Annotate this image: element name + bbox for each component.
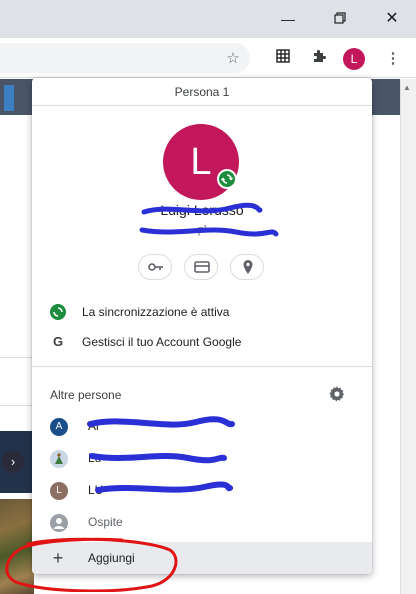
person-avatar xyxy=(50,450,68,468)
manage-account-row[interactable]: G Gestisci il tuo Account Google xyxy=(32,326,372,358)
guest-icon xyxy=(50,514,68,532)
other-person-row[interactable]: Lu xyxy=(32,442,372,474)
background-photo xyxy=(0,499,34,594)
key-icon xyxy=(148,263,163,271)
other-people-label: Altre persone xyxy=(50,388,122,402)
other-person-row[interactable]: A Al xyxy=(32,410,372,442)
guest-label: Ospite xyxy=(88,515,123,529)
person-name: LU xyxy=(88,483,104,497)
other-person-row[interactable]: L LU xyxy=(32,474,372,506)
plus-icon: + xyxy=(52,548,64,568)
google-g-icon: G xyxy=(52,334,64,349)
location-icon xyxy=(243,260,253,274)
menu-divider xyxy=(32,366,372,367)
redaction-scribble xyxy=(89,453,227,464)
background-accent-block xyxy=(4,85,14,111)
scroll-up-icon[interactable]: ▲ xyxy=(403,83,411,92)
person-name: Lu xyxy=(88,451,102,465)
add-person-row[interactable]: + Aggiungi xyxy=(32,542,372,574)
chevron-right-icon[interactable]: › xyxy=(2,451,24,473)
add-person-label: Aggiungi xyxy=(88,551,135,565)
person-avatar: L xyxy=(50,482,68,500)
sync-status-label: La sincronizzazione è attiva xyxy=(82,305,230,319)
manage-account-label: Gestisci il tuo Account Google xyxy=(82,335,242,349)
browser-toolbar: ☆ L ⋮ xyxy=(0,38,416,78)
minimize-icon[interactable]: — xyxy=(278,9,298,29)
puzzle-extensions-icon[interactable] xyxy=(308,48,330,70)
payment-methods-button[interactable] xyxy=(184,254,218,280)
person-avatar: A xyxy=(50,418,68,436)
sync-status-row[interactable]: La sincronizzazione è attiva xyxy=(32,296,372,328)
grid-extension-icon[interactable] xyxy=(272,48,294,70)
background-divider xyxy=(0,357,34,358)
guest-row[interactable]: Ospite xyxy=(32,506,372,538)
profile-menu-header: Persona 1 xyxy=(32,78,372,106)
sync-badge-icon xyxy=(217,169,237,189)
restore-icon[interactable] xyxy=(330,9,350,29)
addresses-button[interactable] xyxy=(230,254,264,280)
sync-icon xyxy=(50,304,66,320)
scrollbar[interactable] xyxy=(400,79,416,594)
person-name: Al xyxy=(88,419,99,433)
profile-menu: Persona 1 L Luigi Lorusso pl La sincroni… xyxy=(32,78,372,574)
passwords-button[interactable] xyxy=(138,254,172,280)
gear-icon[interactable] xyxy=(328,385,346,403)
redaction-scribble xyxy=(87,416,235,428)
window-title-bar: — ✕ xyxy=(0,0,416,38)
card-icon xyxy=(194,261,210,273)
profile-email: pl xyxy=(197,224,207,236)
address-bar[interactable] xyxy=(0,43,250,73)
star-icon[interactable]: ☆ xyxy=(222,48,244,70)
background-divider xyxy=(0,405,34,406)
profile-name: Luigi Lorusso xyxy=(160,202,244,218)
profile-avatar-button[interactable]: L xyxy=(343,48,365,70)
redaction-scribble xyxy=(95,481,233,493)
more-vert-icon[interactable]: ⋮ xyxy=(382,48,404,70)
close-icon[interactable]: ✕ xyxy=(382,9,402,29)
